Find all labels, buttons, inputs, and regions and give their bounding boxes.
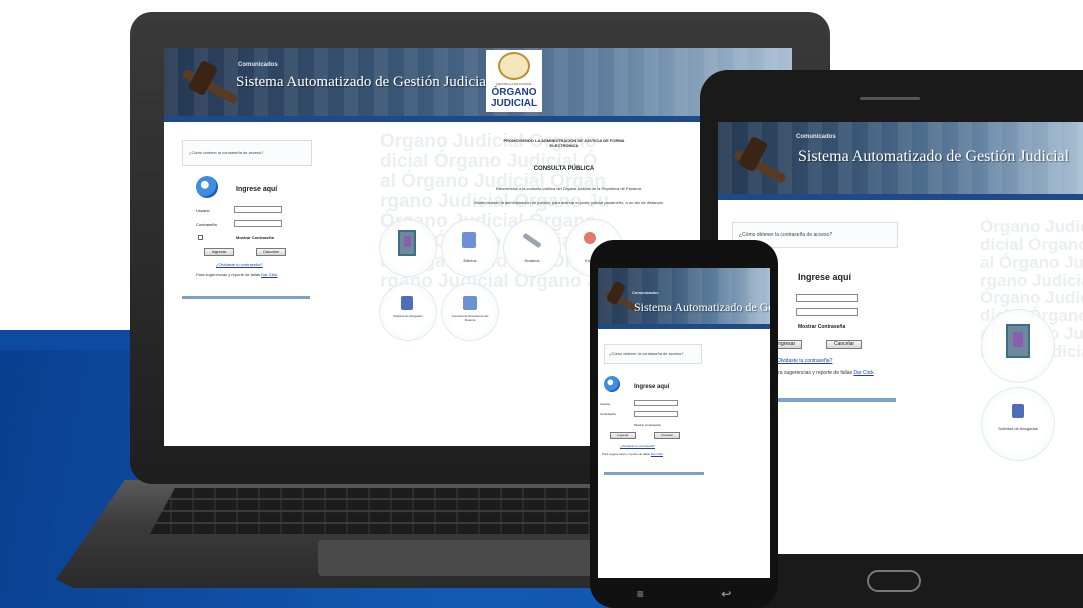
tablet-speaker (860, 97, 920, 100)
access-question-text: ¿Cómo obtener la contraseña de acceso? (189, 150, 264, 155)
site-title: Sistema Automatizado de Gestión Judicial (798, 148, 1070, 165)
show-password-label: Mostrar Contraseña (236, 235, 274, 240)
cancel-button[interactable]: Cancelar (826, 340, 862, 349)
forgot-password-link[interactable]: ¿Olvidaste tu contraseña? (216, 262, 263, 267)
tile-label: Consulta de Expediente del Sistema (451, 314, 489, 322)
suggest-text: Para sugerencias y reporte de fallas Dar… (602, 452, 663, 456)
tile-edictos[interactable]: Edictos (442, 220, 498, 276)
phone-nav-bar: ≡ ↩ (598, 582, 770, 606)
comunicados-link[interactable]: Comunicados (238, 62, 278, 68)
show-password-label: Mostrar Contraseña (634, 423, 661, 427)
header-strip (164, 116, 792, 122)
tile-label: Solicitud de Abogados (998, 426, 1038, 431)
logo-line1: ÓRGANO (491, 87, 537, 98)
access-question-box[interactable]: ¿Cómo obtener la contraseña de acceso? (604, 344, 702, 364)
back-icon[interactable]: ↩ (721, 587, 731, 601)
gazette-icon (1006, 324, 1030, 358)
user-input[interactable] (796, 294, 858, 302)
user-icon (196, 176, 218, 198)
login-divider (604, 472, 704, 475)
show-password-checkbox[interactable] (198, 235, 203, 240)
login-divider (182, 296, 310, 299)
organo-judicial-logo: REPÚBLICA DE PANAMÁ ÓRGANO JUDICIAL (486, 50, 542, 112)
site-title: Sistema Automatizado de Gestión Judicial (634, 300, 770, 314)
phone-screen: Comunicados Sistema Automatizado de Gest… (598, 268, 770, 578)
tile-label: Edictos (463, 258, 477, 263)
comunicados-link[interactable]: Comunicados (632, 290, 658, 295)
user-label: Usuario (196, 208, 210, 213)
menu-icon[interactable]: ≡ (637, 587, 644, 601)
site-header: Comunicados Sistema Automatizado de Gest… (718, 122, 1083, 194)
public-welcome: Bienvenidos a la consulta pública del Ór… (496, 186, 642, 191)
suggest-label: Para sugerencias y reporte de fallas (602, 452, 651, 456)
password-label: Contraseña (196, 222, 217, 227)
login-heading: Ingrese aquí (236, 186, 278, 193)
site-header: Comunicados Sistema Automatizado de Gest… (598, 268, 770, 324)
suggest-text: Para sugerencias y reporte de fallas Dar… (772, 370, 874, 376)
user-input[interactable] (634, 400, 678, 406)
tile-label: Solicitud de Abogados (393, 314, 423, 318)
login-heading: Ingrese aquí (634, 384, 670, 390)
suggest-link[interactable]: Dar Click (261, 272, 277, 277)
forgot-password-link[interactable]: ¿Olvidaste tu contraseña? (774, 358, 832, 364)
password-input[interactable] (234, 220, 282, 227)
tile-publications[interactable] (982, 310, 1054, 382)
tile-notarios[interactable]: Notarios (504, 220, 560, 276)
password-label: Contraseña (600, 412, 616, 416)
suggest-label: Para sugerencias y reporte de fallas (772, 370, 853, 376)
public-banner: PROMOVIENDO LA ADMINISTRACIÓN DE JUSTICI… (503, 138, 625, 148)
site-title: Sistema Automatizado de Gestión Judicial (236, 74, 491, 90)
user-input[interactable] (234, 206, 282, 213)
pen-icon (522, 232, 542, 249)
suggest-text: Para sugerencias y reporte de fallas Dar… (196, 272, 277, 277)
pin-icon (584, 232, 596, 244)
suggest-link[interactable]: Dar Click (651, 452, 663, 456)
header-strip (598, 324, 770, 329)
lawyer-icon (401, 296, 413, 310)
clipboard-icon (462, 232, 476, 248)
access-question-text: ¿Cómo obtener la contraseña de acceso? (739, 232, 833, 238)
suggest-label: Para sugerencias y reporte de fallas (196, 272, 261, 277)
tile-label: Notarios (524, 258, 540, 263)
password-input[interactable] (796, 308, 858, 316)
login-heading: Ingrese aquí (798, 272, 852, 282)
tile-consulta-expediente[interactable]: Consulta de Expediente del Sistema (442, 284, 498, 340)
logo-line2: JUDICIAL (490, 98, 538, 109)
suggest-link[interactable]: Dar Click (853, 370, 873, 376)
tile-publications[interactable] (380, 220, 436, 276)
comunicados-link[interactable]: Comunicados (796, 134, 836, 140)
folder-icon (463, 296, 477, 310)
user-icon (604, 376, 620, 392)
password-input[interactable] (634, 411, 678, 417)
public-subtitle: Modernizando la administración de justic… (474, 200, 664, 205)
site-header: Comunicados Sistema Automatizado de Gest… (164, 48, 792, 116)
cancel-button[interactable]: Cancelar (654, 432, 680, 439)
login-button[interactable]: Ingresar (610, 432, 636, 439)
login-divider (774, 398, 896, 402)
show-password-label: Mostrar Contraseña (798, 324, 846, 330)
gazette-icon (398, 230, 416, 256)
login-button[interactable]: Ingresar (204, 248, 234, 256)
user-label: Usuario (600, 402, 611, 406)
coat-of-arms-icon (498, 52, 530, 80)
tile-solicitud-abogados[interactable]: Solicitud de Abogados (380, 284, 436, 340)
forgot-password-link[interactable]: ¿Olvidaste tu contraseña? (620, 444, 655, 448)
logo-tag: REPÚBLICA DE PANAMÁ (496, 82, 532, 86)
cancel-button[interactable]: Cancelar (256, 248, 286, 256)
tablet-home-button[interactable] (867, 570, 921, 592)
lawyer-icon (1012, 404, 1024, 418)
access-question-box[interactable]: ¿Cómo obtener la contraseña de acceso? (182, 140, 312, 166)
tile-solicitud-abogados[interactable]: Solicitud de Abogados (982, 388, 1054, 460)
access-question-text: ¿Cómo obtener la contraseña de acceso? (609, 351, 684, 356)
header-strip (718, 194, 1083, 200)
public-heading: CONSULTA PÚBLICA (533, 166, 595, 172)
laptop-trackpad (318, 540, 618, 576)
